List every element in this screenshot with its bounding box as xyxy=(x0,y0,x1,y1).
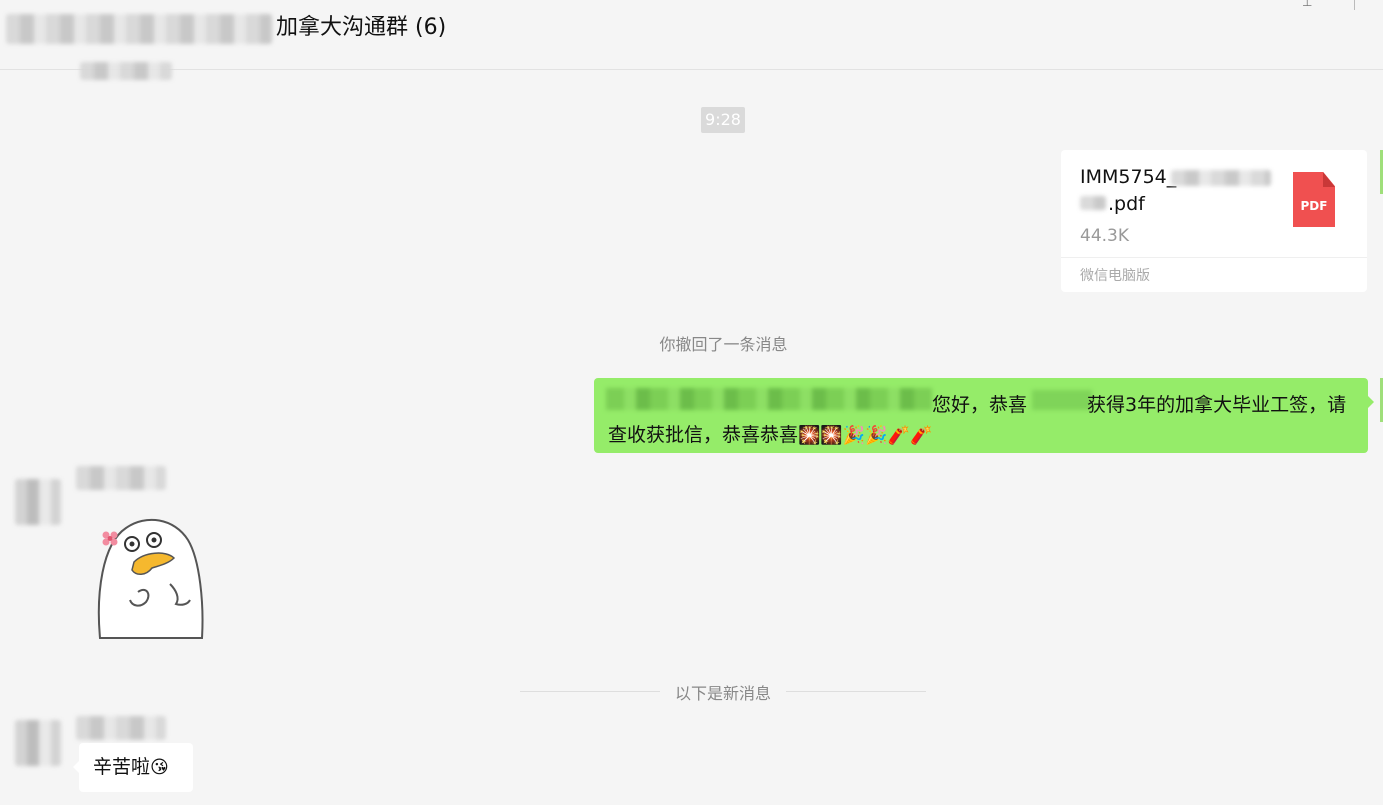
chat-title[interactable]: 加拿大沟通群 (6) xyxy=(276,12,446,44)
file-size: 44.3K xyxy=(1080,226,1129,246)
header-divider xyxy=(1354,0,1355,10)
redacted-title-prefix xyxy=(6,14,272,44)
redacted-file-name xyxy=(1080,196,1106,210)
redacted-file-name xyxy=(1171,170,1271,186)
pin-icon[interactable]: ⊥ xyxy=(1302,0,1316,8)
file-name-suffix: .pdf xyxy=(1108,193,1145,215)
file-message-card[interactable]: IMM5754_ .pdf 44.3K PDF 微信电脑版 xyxy=(1061,150,1367,292)
pdf-fold xyxy=(1323,172,1335,187)
file-card-divider xyxy=(1061,257,1367,258)
reply-text: 辛苦啦😘 xyxy=(93,754,169,781)
outgoing-message-bubble[interactable]: 您好，恭喜 获得3年的加拿大毕业工签，请 查收获批信，恭喜恭喜🎇🎇🎉🎉🧨🧨 xyxy=(594,378,1374,453)
redacted-top-label xyxy=(80,62,172,80)
incoming-message-bubble[interactable]: 辛苦啦😘 xyxy=(73,743,193,792)
file-source: 微信电脑版 xyxy=(1080,268,1150,284)
avatar[interactable] xyxy=(15,479,61,525)
redacted-sender-name xyxy=(76,716,166,740)
message-line-1: 您好，恭喜 获得3年的加拿大毕业工签，请 xyxy=(608,390,1360,420)
avatar[interactable] xyxy=(15,720,61,766)
new-messages-label: 以下是新消息 xyxy=(674,684,771,703)
redacted-avatar xyxy=(15,479,61,525)
message-part-2: 获得3年的加拿大毕业工签，请 xyxy=(1087,394,1347,416)
redacted-avatar xyxy=(15,720,61,766)
duck-sticker-drawing xyxy=(97,519,204,639)
new-messages-divider: 以下是新消息 xyxy=(520,680,926,703)
kiss-face-emoji: 😘 xyxy=(150,757,169,778)
message-line-2-text: 查收获批信，恭喜恭喜 xyxy=(608,424,799,446)
chat-header: 加拿大沟通群 (6) ⊥ xyxy=(0,0,1383,70)
pdf-file-icon: PDF xyxy=(1293,172,1335,227)
message-timestamp: 9:28 xyxy=(701,107,745,133)
recall-notice: 你撤回了一条消息 xyxy=(659,335,788,354)
redacted-sender-name xyxy=(76,466,166,490)
message-part-1: 您好，恭喜 xyxy=(932,394,1028,416)
duck-sticker[interactable] xyxy=(96,514,206,640)
reply-text-content: 辛苦啦 xyxy=(93,756,151,778)
pdf-icon-label: PDF xyxy=(1300,199,1328,213)
chat-window: 加拿大沟通群 (6) ⊥ 9:28 IMM5754_ .pdf 44.3K PD… xyxy=(0,0,1383,805)
message-line-2: 查收获批信，恭喜恭喜🎇🎇🎉🎉🧨🧨 xyxy=(608,420,1360,451)
celebration-emojis: 🎇🎇🎉🎉🧨🧨 xyxy=(798,425,933,446)
message-text: 您好，恭喜 获得3年的加拿大毕业工签，请 查收获批信，恭喜恭喜🎇🎇🎉🎉🧨🧨 xyxy=(608,390,1360,451)
